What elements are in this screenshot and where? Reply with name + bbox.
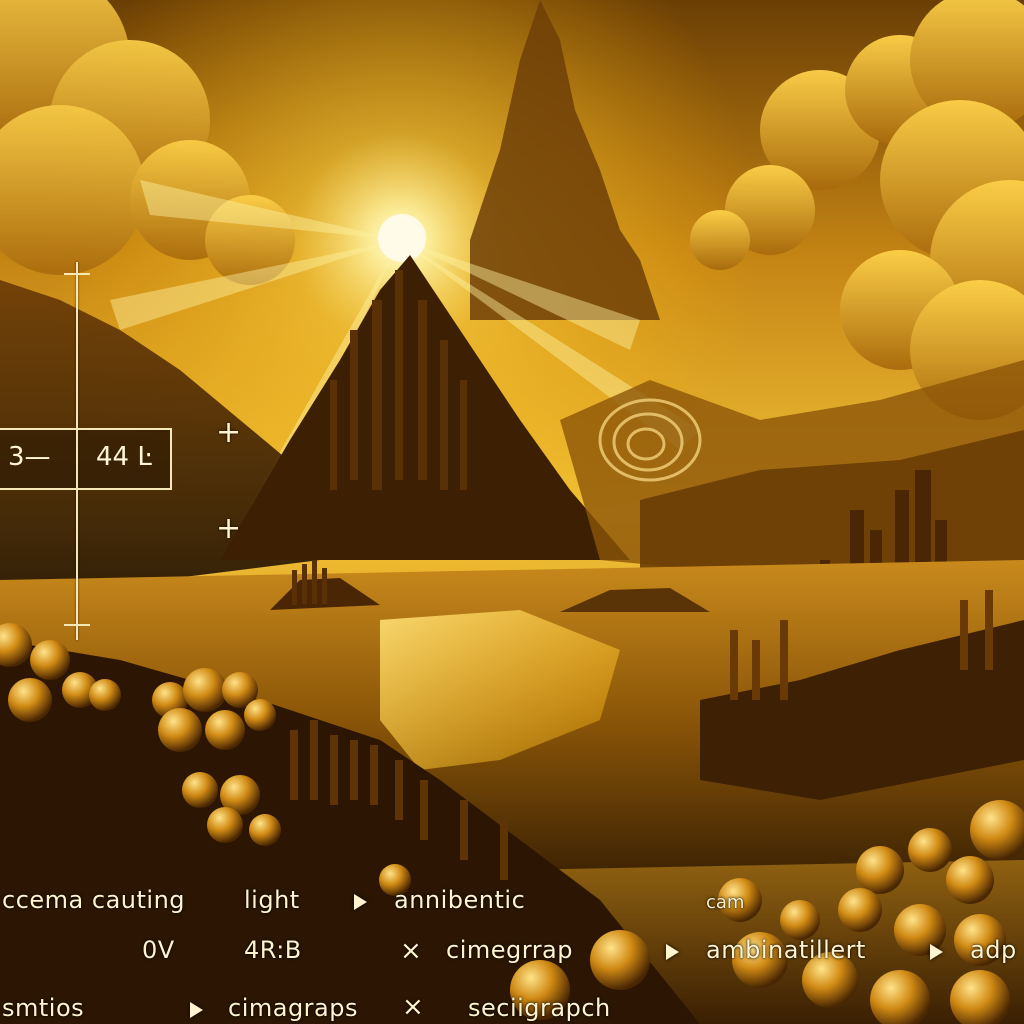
readout-left-value: 3— [8,442,51,472]
readout-box: 3— 44 Ŀ [0,428,172,490]
overlay-label: annibentic [394,886,526,914]
measure-tick-top [64,273,90,275]
readout-divider [76,430,78,488]
overlay-label: cimagraps [228,994,358,1022]
play-triangle-icon [930,944,943,960]
crosshair-plus-icon: + [216,511,242,546]
scene-stage: 3— 44 Ŀ + + ccema cauting light annibent… [0,0,1024,1024]
overlay-label: 0V [142,936,175,964]
overlay-label: cam [706,892,745,913]
overlay-label: ccema cauting [2,886,186,914]
overlay-label: cimegrrap [446,936,573,964]
overlay-label: smtios [2,994,85,1022]
play-triangle-icon [354,894,367,910]
measure-tick-bottom [64,624,90,626]
play-triangle-icon [190,1002,203,1018]
play-triangle-icon [666,944,679,960]
overlay-label: adp [970,936,1017,964]
overlay-label: ambinatillert [706,936,866,964]
close-x-icon: × [402,992,424,1022]
sunset-landscape [0,0,1024,1024]
readout-right-value: 44 Ŀ [96,442,152,472]
overlay-label: seciigrapch [468,994,611,1022]
overlay-label: 4R:B [244,936,302,964]
sun [378,214,426,262]
crosshair-plus-icon: + [216,415,242,450]
overlay-label: light [244,886,300,914]
close-x-icon: × [400,936,422,966]
